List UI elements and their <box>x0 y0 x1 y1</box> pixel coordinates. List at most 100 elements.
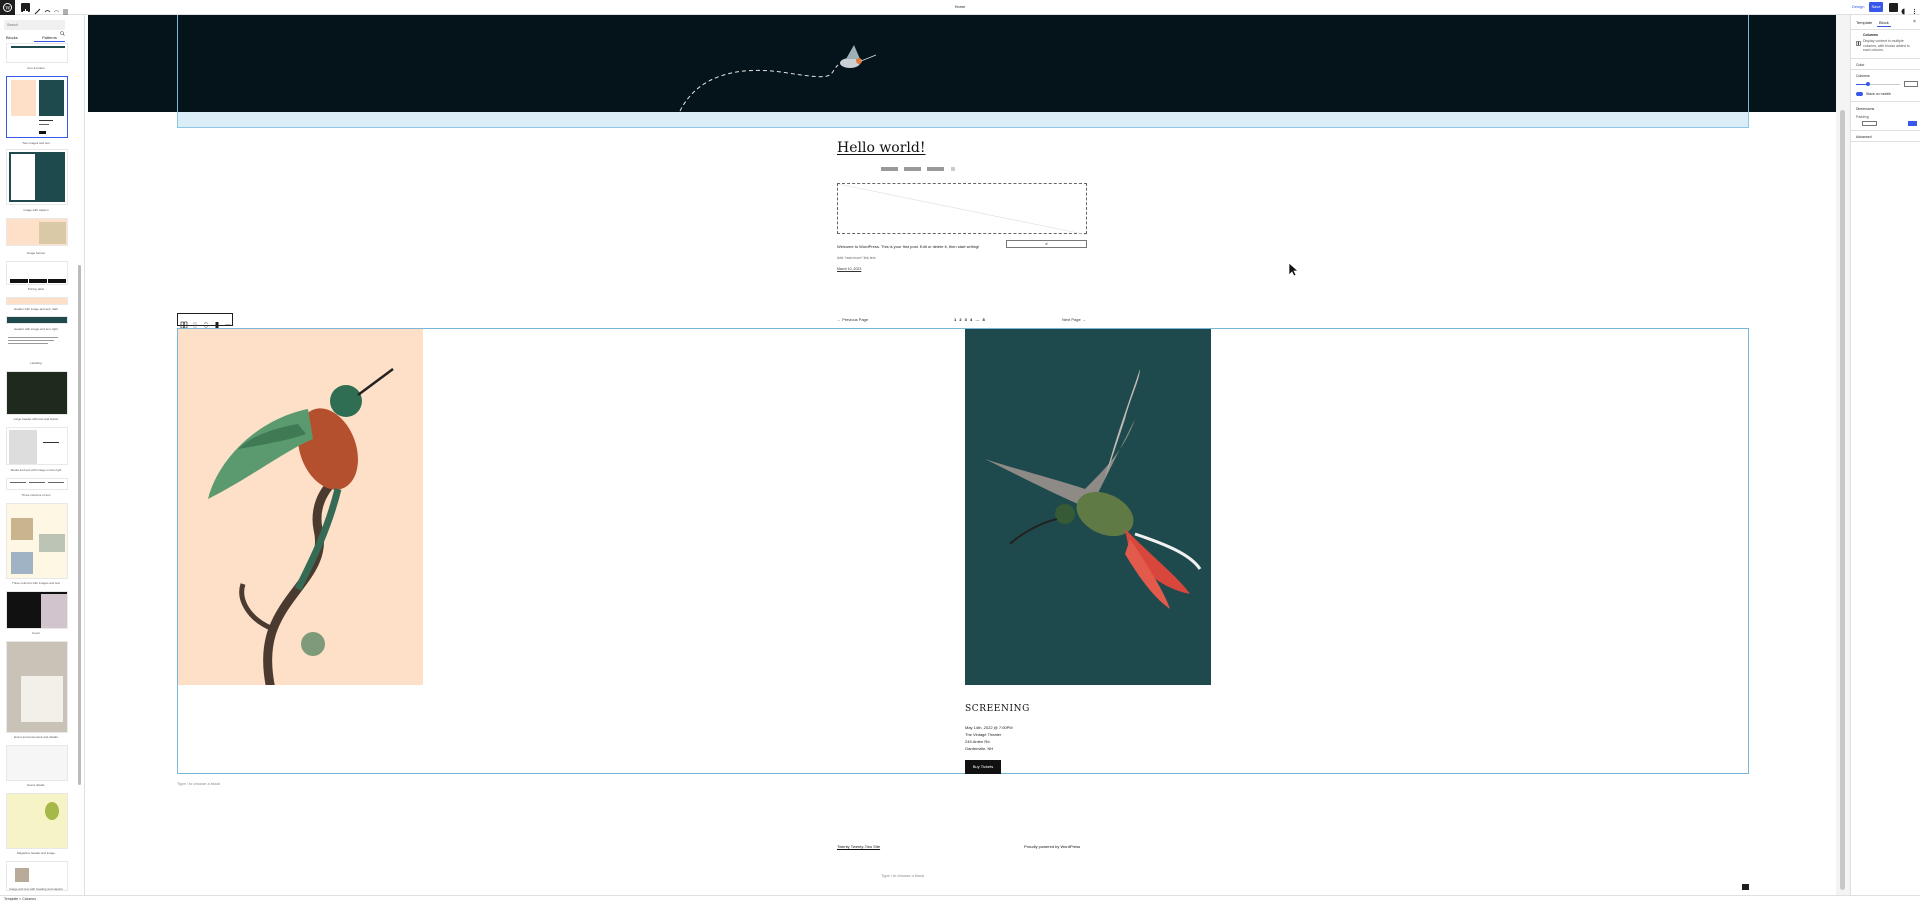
divider <box>1851 130 1920 131</box>
hummingbird-image-peach[interactable] <box>178 329 423 685</box>
redo-icon[interactable] <box>52 3 61 13</box>
tab-block[interactable]: Block <box>1879 20 1889 25</box>
columns-slider-handle[interactable] <box>1866 82 1870 86</box>
tab-blocks[interactable]: Blocks <box>6 35 18 40</box>
pattern-label: Icon & button <box>27 66 45 70</box>
pattern-label: Media and text with image on the right <box>10 468 62 472</box>
pattern-card[interactable] <box>6 218 68 246</box>
pattern-card[interactable] <box>6 478 68 490</box>
vertical-align-icon[interactable] <box>213 316 221 328</box>
event-detail[interactable]: Gardenville, NH <box>965 746 993 751</box>
padding-input[interactable] <box>1862 121 1877 126</box>
pattern-label: Two images and text <box>22 141 50 145</box>
save-button[interactable]: Save <box>1869 2 1883 12</box>
block-breadcrumb-bar: Template > Columns <box>0 895 1920 902</box>
columns-count-input[interactable] <box>1904 81 1918 87</box>
divider <box>1851 141 1920 142</box>
document-title[interactable]: Home <box>930 4 990 9</box>
options-menu-icon[interactable] <box>1910 3 1919 15</box>
styles-icon[interactable] <box>1900 3 1909 15</box>
pattern-card[interactable] <box>6 427 68 465</box>
pattern-label: Three columns of text <box>21 493 51 497</box>
list-view-icon[interactable] <box>61 3 70 15</box>
block-toolbar[interactable] <box>177 313 233 329</box>
stack-on-mobile-toggle[interactable] <box>1856 92 1863 96</box>
featured-image-placeholder[interactable] <box>837 183 1088 235</box>
pattern-card[interactable] <box>6 335 68 357</box>
pattern-card[interactable] <box>6 261 68 285</box>
read-more-placeholder[interactable]: Add "read more" link text <box>837 256 875 260</box>
read-more-field[interactable]: # <box>1006 240 1087 248</box>
footer-site-title[interactable]: Twenty Twenty-Two Site <box>837 844 880 849</box>
tab-template[interactable]: Template <box>1856 20 1872 25</box>
edit-pencil-icon[interactable] <box>33 3 42 15</box>
post-meta-item <box>951 167 955 171</box>
wordpress-logo-icon[interactable]: W <box>0 0 15 15</box>
advanced-section-title[interactable]: Advanced <box>1856 135 1872 139</box>
pattern-card[interactable] <box>6 316 68 324</box>
previous-page-link[interactable]: ← Previous Page <box>837 317 868 322</box>
pattern-card[interactable] <box>6 43 68 63</box>
pattern-search-input[interactable]: Search <box>4 20 65 30</box>
tab-patterns[interactable]: Patterns <box>42 35 57 40</box>
add-block-icon[interactable] <box>1742 884 1749 890</box>
pattern-card[interactable] <box>6 591 68 629</box>
pattern-card[interactable] <box>6 149 68 205</box>
scrollbar[interactable] <box>78 265 81 785</box>
active-tab-indicator <box>1877 26 1891 27</box>
scrollbar[interactable] <box>1840 110 1845 890</box>
post-title[interactable]: Hello world! <box>837 140 926 156</box>
pattern-label: Image banner <box>26 251 46 255</box>
next-page-link[interactable]: Next Page → <box>1062 317 1086 322</box>
block-appender[interactable]: Type / to choose a block <box>177 781 220 786</box>
pattern-card[interactable] <box>6 371 68 415</box>
editor-canvas[interactable]: Hello world! Welcome to WordPress. This … <box>88 15 1836 895</box>
undo-icon[interactable] <box>43 3 52 13</box>
page-numbers[interactable]: 1 2 3 4 … 8 <box>954 317 986 322</box>
event-title[interactable]: SCREENING <box>965 704 1030 714</box>
event-detail[interactable]: May 14th, 2022 @ 7:00PM <box>965 725 1013 730</box>
pattern-label: Header with image and text, light <box>14 327 58 331</box>
active-tab-indicator <box>34 41 65 42</box>
pattern-card[interactable] <box>6 503 68 579</box>
event-detail[interactable]: 245 Arden Rd. <box>965 739 991 744</box>
pattern-label: Pricing table <box>27 287 45 291</box>
pattern-label: Event announcement and details <box>14 735 58 739</box>
drag-handle-icon[interactable] <box>191 316 199 328</box>
svg-text:W: W <box>5 5 11 11</box>
pattern-label: Image with caption <box>23 208 49 212</box>
padding-label: Padding <box>1856 115 1869 119</box>
block-description: Display content in multiple columns, wit… <box>1863 39 1910 52</box>
columns-block-icon[interactable] <box>180 316 188 329</box>
post-date[interactable]: March 10, 2023 <box>837 267 861 271</box>
buy-tickets-button[interactable]: Buy Tickets <box>965 760 1001 774</box>
breadcrumb[interactable]: Template > Columns <box>4 897 36 901</box>
post-meta-item <box>927 167 944 171</box>
divider <box>1851 29 1920 30</box>
event-detail[interactable]: The Vintagé Theater <box>965 732 1001 737</box>
pattern-card[interactable] <box>6 641 68 733</box>
hummingbird-image-teal[interactable] <box>965 329 1211 685</box>
pattern-label: Magazine header and image <box>16 851 56 855</box>
link-sides-button[interactable] <box>1908 121 1917 126</box>
columns-label: Columns <box>1856 74 1870 78</box>
preview-button[interactable]: Design <box>1852 4 1864 9</box>
dimensions-section-title[interactable]: Dimensions <box>1856 107 1874 111</box>
move-arrows-icon[interactable] <box>202 316 210 329</box>
close-icon[interactable]: × <box>1913 19 1916 25</box>
stack-on-mobile-label: Stack on mobile <box>1866 92 1891 96</box>
color-section-title[interactable]: Color <box>1856 63 1864 67</box>
header-selection-band <box>177 112 1749 128</box>
add-block-icon[interactable] <box>21 3 30 14</box>
pattern-card[interactable] <box>6 76 68 138</box>
block-appender[interactable]: Type / to choose a block <box>881 873 924 878</box>
settings-icon[interactable] <box>1889 3 1898 12</box>
pattern-label: Cover <box>31 631 40 635</box>
more-options-icon[interactable] <box>224 316 232 326</box>
post-excerpt[interactable]: Welcome to WordPress. This is your first… <box>837 244 979 249</box>
pattern-card[interactable] <box>6 793 68 849</box>
footer-credit[interactable]: Proudly powered by WordPress <box>1024 844 1080 849</box>
search-icon <box>60 23 65 41</box>
pattern-card[interactable] <box>6 745 68 781</box>
pattern-card[interactable] <box>6 297 68 305</box>
